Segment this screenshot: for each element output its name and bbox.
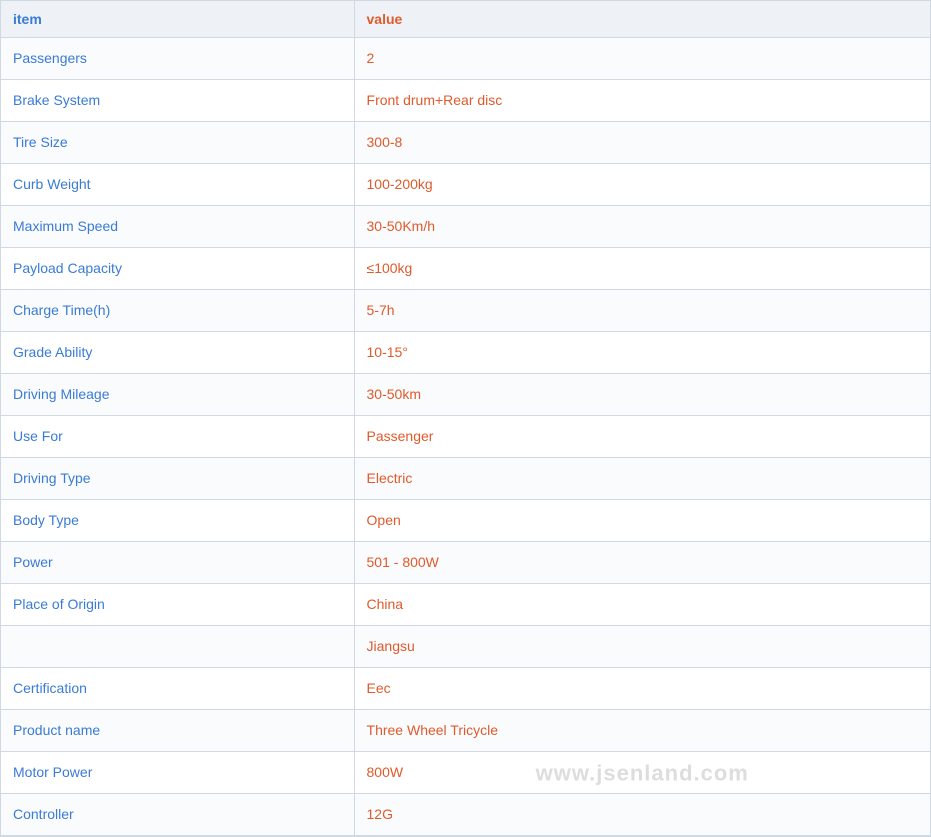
table-header-row: item value [1, 1, 930, 38]
cell-item: Curb Weight [1, 164, 354, 206]
table-row: Motor Power800Wwww.jsenland.com [1, 752, 930, 794]
cell-value: Passenger [354, 416, 930, 458]
cell-item: Maximum Speed [1, 206, 354, 248]
cell-value: Electric [354, 458, 930, 500]
watermark-text: www.jsenland.com [536, 756, 749, 789]
cell-value: 100-200kg [354, 164, 930, 206]
cell-value: Jiangsu [354, 626, 930, 668]
table-row: Driving Mileage30-50km [1, 374, 930, 416]
cell-item: Passengers [1, 38, 354, 80]
cell-value: 300-8 [354, 122, 930, 164]
cell-value: 12G [354, 794, 930, 836]
cell-value: ≤100kg [354, 248, 930, 290]
cell-value: 501 - 800W [354, 542, 930, 584]
cell-item: Motor Power [1, 752, 354, 794]
cell-item: Use For [1, 416, 354, 458]
table-row: Payload Capacity≤100kg [1, 248, 930, 290]
table-row: Passengers2 [1, 38, 930, 80]
cell-item: Product name [1, 710, 354, 752]
table-row: Maximum Speed30-50Km/h [1, 206, 930, 248]
cell-value: Three Wheel Tricycle [354, 710, 930, 752]
table-row: Place of OriginChina [1, 584, 930, 626]
table-row: Curb Weight100-200kg [1, 164, 930, 206]
cell-item: Certification [1, 668, 354, 710]
table-row: Brake SystemFront drum+Rear disc [1, 80, 930, 122]
cell-item: Grade Ability [1, 332, 354, 374]
table-row: Driving TypeElectric [1, 458, 930, 500]
header-value: value [354, 1, 930, 38]
cell-value: Eec [354, 668, 930, 710]
cell-item: Payload Capacity [1, 248, 354, 290]
header-item: item [1, 1, 354, 38]
table-row: Use ForPassenger [1, 416, 930, 458]
cell-value: China [354, 584, 930, 626]
cell-value-watermark: 800Wwww.jsenland.com [354, 752, 930, 794]
cell-item: Driving Mileage [1, 374, 354, 416]
cell-value: 10-15° [354, 332, 930, 374]
table-row: CertificationEec [1, 668, 930, 710]
cell-value: 5-7h [354, 290, 930, 332]
cell-item: Place of Origin [1, 584, 354, 626]
cell-item: Charge Time(h) [1, 290, 354, 332]
table-row: Power501 - 800W [1, 542, 930, 584]
table-row: Charge Time(h)5-7h [1, 290, 930, 332]
cell-value: 30-50Km/h [354, 206, 930, 248]
spec-table-container: item value Passengers2Brake SystemFront … [0, 0, 931, 837]
cell-item: Brake System [1, 80, 354, 122]
cell-item: Power [1, 542, 354, 584]
table-row: Jiangsu [1, 626, 930, 668]
cell-item: Body Type [1, 500, 354, 542]
cell-item: Controller [1, 794, 354, 836]
cell-item: Driving Type [1, 458, 354, 500]
cell-item [1, 626, 354, 668]
table-row: Controller12G [1, 794, 930, 836]
table-row: Tire Size300-8 [1, 122, 930, 164]
cell-value: Open [354, 500, 930, 542]
table-row: Body TypeOpen [1, 500, 930, 542]
cell-value: 30-50km [354, 374, 930, 416]
cell-value: Front drum+Rear disc [354, 80, 930, 122]
table-row: Product nameThree Wheel Tricycle [1, 710, 930, 752]
cell-value: 2 [354, 38, 930, 80]
spec-table: item value Passengers2Brake SystemFront … [1, 1, 930, 836]
table-row: Grade Ability10-15° [1, 332, 930, 374]
cell-item: Tire Size [1, 122, 354, 164]
